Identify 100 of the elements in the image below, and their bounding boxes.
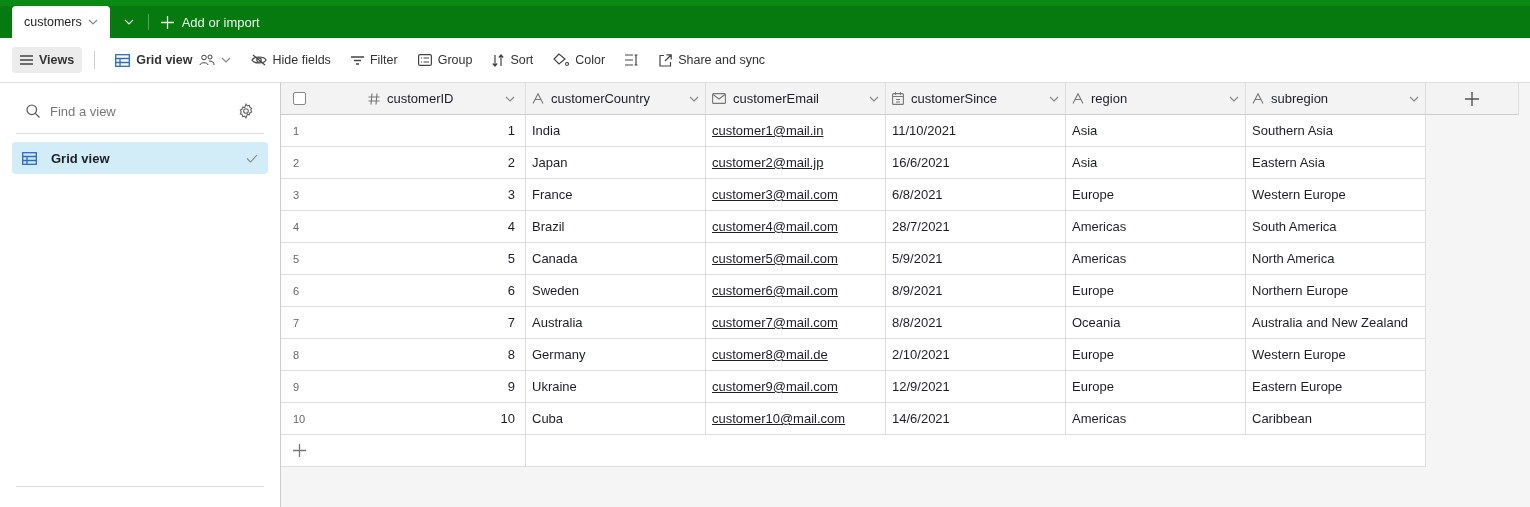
- column-header[interactable]: customerSince: [892, 91, 997, 106]
- row-number: 4: [293, 220, 300, 233]
- chevron-down-icon: [123, 19, 134, 25]
- table-cell: 16/6/2021: [892, 155, 950, 170]
- row-number: 6: [293, 284, 300, 297]
- table-cell: Cuba: [532, 411, 564, 426]
- table-cell: Northern Europe: [1252, 283, 1349, 298]
- column-menu-icon: [1409, 95, 1419, 102]
- table-cell: 5: [507, 251, 515, 266]
- table-cell: Australia and New Zealand: [1252, 315, 1409, 330]
- chevron-down-icon: [87, 19, 98, 25]
- toolbar-button[interactable]: Views: [12, 47, 83, 73]
- settings-icon[interactable]: [238, 103, 254, 119]
- table-cell: 28/7/2021: [892, 219, 950, 234]
- plus-icon: [160, 15, 174, 29]
- table-cell: Americas: [1072, 251, 1127, 266]
- table-cell: Europe: [1072, 347, 1114, 362]
- filter-icon: [350, 55, 364, 65]
- hash-icon: [368, 92, 380, 105]
- column-header[interactable]: customerCountry: [532, 91, 650, 106]
- column-menu-icon: [869, 95, 879, 102]
- table-cell: Western Europe: [1252, 187, 1346, 202]
- column-header[interactable]: subregion: [1252, 91, 1329, 106]
- calendar-icon: [892, 92, 904, 105]
- toolbar-button[interactable]: Hide fields: [242, 47, 339, 73]
- column-header[interactable]: region: [1072, 91, 1128, 106]
- table-cell: Japan: [532, 155, 568, 170]
- table-cell: Asia: [1072, 155, 1098, 170]
- table-cell: 10: [500, 411, 515, 426]
- table-cell: Brazil: [532, 219, 565, 234]
- table-cell: Europe: [1072, 283, 1114, 298]
- table-cell: Canada: [532, 251, 578, 266]
- letter-icon: [1072, 93, 1084, 104]
- row-number: 9: [293, 380, 300, 393]
- chevron-down-icon: [220, 57, 231, 63]
- external-link-icon: [659, 53, 673, 67]
- list-box-icon: [417, 54, 432, 66]
- table-cell: Southern Asia: [1252, 123, 1333, 138]
- table-cell: 12/9/2021: [892, 379, 950, 394]
- letter-icon: [1252, 93, 1264, 104]
- table-tab[interactable]: customers: [12, 6, 110, 38]
- table-cell: 8: [507, 347, 515, 362]
- table-cell: Western Europe: [1252, 347, 1346, 362]
- table-cell: 8/8/2021: [892, 315, 943, 330]
- row-height-icon: [625, 54, 640, 66]
- eye-slash-icon: [250, 54, 267, 66]
- table-cell: Asia: [1072, 123, 1098, 138]
- table-cell: Americas: [1072, 411, 1127, 426]
- column-header[interactable]: customerID: [368, 91, 454, 106]
- toolbar-button[interactable]: Share and sync: [651, 47, 774, 73]
- grid-icon: [115, 53, 131, 67]
- envelope-icon: [712, 93, 726, 104]
- plus-icon: [293, 444, 306, 457]
- table-cell: Sweden: [532, 283, 579, 298]
- table-cell: 5/9/2021: [892, 251, 943, 266]
- row-number: 3: [293, 188, 300, 201]
- toolbar-button[interactable]: Color: [545, 47, 614, 73]
- view-item[interactable]: Grid view: [12, 142, 268, 174]
- table-cell: Europe: [1072, 187, 1114, 202]
- table-cell: 7: [507, 315, 515, 330]
- table-cell: Eastern Asia: [1252, 155, 1325, 170]
- row-number: 7: [293, 316, 300, 329]
- table-cell: 2/10/2021: [892, 347, 950, 362]
- table-cell: France: [532, 187, 573, 202]
- add-field-button[interactable]: [1426, 83, 1519, 115]
- add-or-import-button[interactable]: Add or import: [148, 6, 272, 38]
- toolbar-button[interactable]: Filter: [342, 47, 406, 73]
- sort-icon: [492, 53, 505, 67]
- select-all-checkbox[interactable]: [293, 92, 306, 105]
- menu-icon: [20, 55, 33, 65]
- table-cell: 11/10/2021: [892, 123, 957, 138]
- table-cell: Europe: [1072, 379, 1114, 394]
- table-cell: 9: [507, 379, 515, 394]
- column-menu-icon: [1229, 95, 1239, 102]
- table-cell: Caribbean: [1252, 411, 1312, 426]
- table-cell: Americas: [1072, 219, 1127, 234]
- column-menu-icon: [689, 95, 699, 102]
- table-cell: 8/9/2021: [892, 283, 943, 298]
- table-cell: 3: [507, 187, 515, 202]
- column-menu-icon: [1049, 95, 1059, 102]
- column-header[interactable]: customerEmail: [712, 91, 819, 106]
- table-cell: 1: [507, 123, 515, 138]
- check-icon: [246, 153, 258, 163]
- table-cell: 6/8/2021: [892, 187, 943, 202]
- row-number: 10: [293, 412, 306, 425]
- table-cell: 14/6/2021: [892, 411, 950, 426]
- add-record-button[interactable]: [293, 444, 306, 457]
- table-cell: 6: [507, 283, 515, 298]
- people-icon: [198, 54, 215, 66]
- paint-bucket-icon: [553, 53, 570, 67]
- table-cell: Oceania: [1072, 315, 1121, 330]
- toolbar-button[interactable]: Group: [409, 47, 481, 73]
- row-number: 1: [293, 124, 300, 137]
- toolbar-button[interactable]: Grid view: [107, 47, 239, 73]
- row-number: 5: [293, 252, 300, 265]
- table-cell: North America: [1252, 251, 1335, 266]
- table-cell: Eastern Europe: [1252, 379, 1343, 394]
- grid-icon: [22, 151, 37, 165]
- toolbar-button[interactable]: Sort: [484, 47, 542, 73]
- search-icon: [26, 104, 40, 118]
